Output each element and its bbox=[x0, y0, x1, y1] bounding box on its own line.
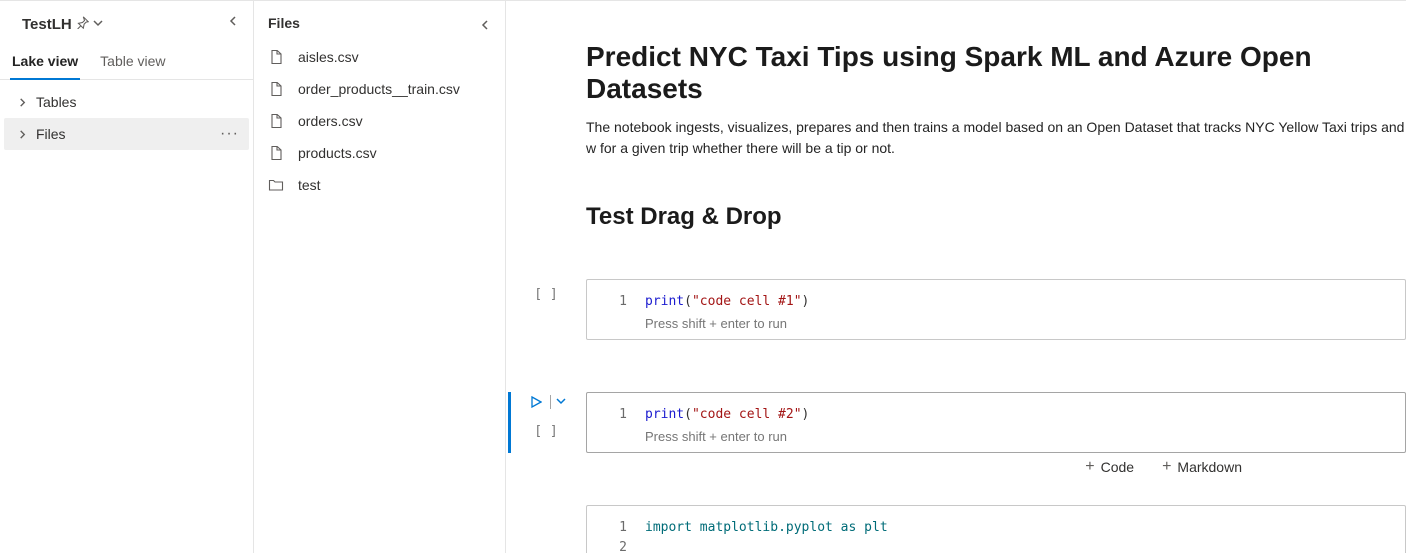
files-header: Files bbox=[254, 5, 505, 41]
file-icon bbox=[268, 49, 284, 65]
exec-count: [ ] bbox=[534, 424, 557, 439]
separator bbox=[550, 395, 551, 409]
file-icon bbox=[268, 81, 284, 97]
panel-files: Files aisles.csv order_products__train.cs… bbox=[254, 1, 506, 553]
tree-item-label: Files bbox=[36, 126, 210, 142]
code-cell[interactable]: 1import matplotlib.pyplot as plt23from p… bbox=[586, 505, 1406, 553]
pin-icon[interactable] bbox=[76, 16, 89, 32]
chevron-down-icon[interactable] bbox=[556, 396, 566, 409]
file-item[interactable]: aisles.csv bbox=[254, 41, 505, 73]
line-number: 1 bbox=[603, 518, 627, 538]
tab-label: Lake view bbox=[12, 53, 78, 69]
line-number: 2 bbox=[603, 538, 627, 553]
panel-notebook: Predict NYC Taxi Tips using Spark ML and… bbox=[506, 1, 1406, 553]
plus-icon: + bbox=[1085, 459, 1094, 475]
code-text: print("code cell #1") bbox=[645, 292, 809, 312]
code-line: 1 print("code cell #1") bbox=[603, 292, 1389, 312]
file-item[interactable]: products.csv bbox=[254, 137, 505, 169]
plus-icon: + bbox=[1162, 459, 1171, 475]
code-text: import matplotlib.pyplot as plt bbox=[645, 518, 888, 538]
run-hint: Press shift + enter to run bbox=[603, 316, 1389, 331]
chevron-right-icon bbox=[16, 98, 28, 107]
run-cell-button[interactable] bbox=[527, 393, 545, 411]
code-line: 1 import matplotlib.pyplot as plt bbox=[603, 518, 1389, 538]
code-cell[interactable]: [ ]1print("code cell #1")Press shift + e… bbox=[586, 279, 1406, 340]
code-cell[interactable]: [ ]1print("code cell #2")Press shift + e… bbox=[586, 392, 1406, 453]
add-btn-label: Markdown bbox=[1177, 459, 1242, 475]
file-item-label: order_products__train.csv bbox=[298, 81, 460, 97]
line-number: 1 bbox=[603, 405, 627, 425]
tree-item-tables[interactable]: Tables bbox=[4, 86, 249, 118]
file-item[interactable]: order_products__train.csv bbox=[254, 73, 505, 105]
file-icon bbox=[268, 113, 284, 129]
add-code-cell-button[interactable]: + Code bbox=[1081, 457, 1138, 477]
file-item-label: test bbox=[298, 177, 321, 193]
tree-item-label: Tables bbox=[36, 94, 241, 110]
cell-gutter: [ ] bbox=[516, 392, 576, 439]
collapse-files-panel-button[interactable] bbox=[473, 13, 497, 37]
notebook-heading2: Test Drag & Drop bbox=[586, 203, 1406, 231]
cells-container: [ ]1print("code cell #1")Press shift + e… bbox=[586, 279, 1406, 553]
lakehouse-title[interactable]: TestLH bbox=[22, 16, 72, 33]
more-icon[interactable]: ··· bbox=[218, 125, 241, 143]
app-root: TestLH Lake view Table view bbox=[0, 0, 1406, 553]
cell-editor[interactable]: 1import matplotlib.pyplot as plt23from p… bbox=[586, 505, 1406, 553]
file-icon bbox=[268, 145, 284, 161]
tab-table-view[interactable]: Table view bbox=[98, 45, 167, 79]
panel-lake-explorer: TestLH Lake view Table view bbox=[0, 1, 254, 553]
files-title: Files bbox=[268, 15, 300, 31]
notebook-heading1: Predict NYC Taxi Tips using Spark ML and… bbox=[586, 41, 1406, 105]
file-item-label: orders.csv bbox=[298, 113, 363, 129]
file-item[interactable]: orders.csv bbox=[254, 105, 505, 137]
exec-count: [ ] bbox=[534, 287, 557, 302]
tab-lake-view[interactable]: Lake view bbox=[10, 45, 80, 79]
folder-icon bbox=[268, 177, 284, 193]
notebook-description: The notebook ingests, visualizes, prepar… bbox=[586, 117, 1406, 159]
file-item-label: aisles.csv bbox=[298, 49, 359, 65]
lake-header: TestLH bbox=[0, 1, 253, 41]
cell-gutter: [ ] bbox=[516, 279, 576, 302]
lake-tabs: Lake view Table view bbox=[0, 41, 253, 80]
file-item[interactable]: test bbox=[254, 169, 505, 201]
lake-tree: Tables Files ··· bbox=[0, 80, 253, 156]
cell-editor[interactable]: 1 print("code cell #1") Press shift + ente… bbox=[586, 279, 1406, 340]
code-line: 2 bbox=[603, 538, 1389, 553]
files-list: aisles.csv order_products__train.csvorder… bbox=[254, 41, 505, 201]
add-cell-bar: + Code + Markdown bbox=[1081, 457, 1246, 477]
collapse-lake-panel-button[interactable] bbox=[221, 9, 245, 33]
run-hint: Press shift + enter to run bbox=[603, 429, 1389, 444]
code-line: 1 print("code cell #2") bbox=[603, 405, 1389, 425]
tree-item-files[interactable]: Files ··· bbox=[4, 118, 249, 150]
file-item-label: products.csv bbox=[298, 145, 377, 161]
add-markdown-cell-button[interactable]: + Markdown bbox=[1158, 457, 1246, 477]
code-text: print("code cell #2") bbox=[645, 405, 809, 425]
cell-editor[interactable]: 1 print("code cell #2") Press shift + ente… bbox=[586, 392, 1406, 453]
add-btn-label: Code bbox=[1101, 459, 1134, 475]
chevron-right-icon bbox=[16, 130, 28, 139]
tab-label: Table view bbox=[100, 53, 165, 69]
line-number: 1 bbox=[603, 292, 627, 312]
notebook-scroll[interactable]: Predict NYC Taxi Tips using Spark ML and… bbox=[506, 1, 1406, 553]
chevron-down-icon[interactable] bbox=[93, 18, 103, 31]
